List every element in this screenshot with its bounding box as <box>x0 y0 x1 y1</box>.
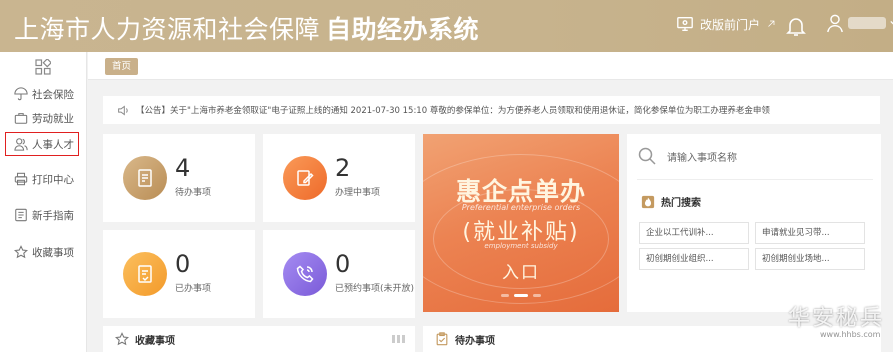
app-title: 上海市人力资源和社会保障 自助经办系统 <box>14 10 479 46</box>
hot-search-item[interactable]: 初创期创业组织... <box>639 248 749 270</box>
sidebar-item-label: 人事人才 <box>32 138 74 151</box>
carousel-dots <box>423 294 619 297</box>
banner-entry-button[interactable]: 入口 <box>423 258 619 283</box>
stat-count: 4 <box>175 154 191 182</box>
external-link-icon <box>768 20 775 27</box>
stat-card-completed[interactable]: 0 已办事项 <box>103 230 255 318</box>
search-input[interactable]: 请输入事项名称 <box>637 146 737 166</box>
banner-title-en: Preferential enterprise orders <box>461 203 581 212</box>
sidebar-item-social-insurance[interactable]: 社会保险 <box>0 83 87 105</box>
search-placeholder: 请输入事项名称 <box>667 152 737 164</box>
pending-doc-icon <box>123 156 167 200</box>
announcement-text: 【公告】关于"上海市养老金领取证"电子证照上线的通知 2021-07-30 15… <box>136 106 770 116</box>
search-icon <box>638 147 656 165</box>
sidebar-item-beginner-guide[interactable]: 新手指南 <box>0 204 87 226</box>
stat-card-pending[interactable]: 4 待办事项 <box>103 134 255 222</box>
promo-banner[interactable]: 惠企点单办 Preferential enterprise orders (就业… <box>423 134 619 312</box>
divider <box>637 179 873 180</box>
favorites-title: 收藏事项 <box>135 335 175 347</box>
completed-doc-icon <box>123 252 167 296</box>
app-title-prefix: 上海市人力资源和社会保障 <box>14 15 321 44</box>
sidebar-item-label: 收藏事项 <box>32 246 74 259</box>
stat-card-in-progress[interactable]: 2 办理中事项 <box>263 134 415 222</box>
sidebar-item-print-center[interactable]: 打印中心 <box>0 168 87 190</box>
umbrella-icon <box>14 87 28 101</box>
hot-search-label: 热门搜索 <box>661 198 701 209</box>
fire-icon <box>641 195 655 208</box>
stat-label: 办理中事项 <box>335 188 381 198</box>
app-title-bold: 自助经办系统 <box>326 15 480 44</box>
grid-menu-icon[interactable] <box>35 59 51 75</box>
phone-icon <box>283 252 327 296</box>
hot-search-item[interactable]: 申请就业见习带... <box>755 222 865 244</box>
star-icon <box>14 245 28 259</box>
sidebar-item-personnel[interactable]: 人事人才 <box>5 132 79 156</box>
hot-search-item[interactable]: 企业以工代训补... <box>639 222 749 244</box>
sidebar-item-favorites[interactable]: 收藏事项 <box>0 241 87 263</box>
sidebar-item-label: 打印中心 <box>32 173 74 186</box>
more-icon[interactable] <box>392 335 405 343</box>
old-portal-label: 改版前门户 <box>700 17 761 32</box>
hot-search-item[interactable]: 初创期创业场地... <box>755 248 865 270</box>
tabs-bar: 首页 <box>88 52 893 80</box>
old-portal-link[interactable]: 改版前门户 <box>676 15 776 33</box>
hot-search-heading: 热门搜索 <box>641 194 701 209</box>
stat-count: 2 <box>335 154 351 182</box>
announcement-bar[interactable]: 【公告】关于"上海市养老金领取证"电子证照上线的通知 2021-07-30 15… <box>103 96 880 124</box>
people-icon <box>14 138 28 151</box>
star-icon <box>115 332 129 346</box>
stat-card-reserved[interactable]: 0 已预约事项(未开放) <box>263 230 415 318</box>
todo-title: 待办事项 <box>455 335 495 347</box>
sidebar-item-label: 新手指南 <box>32 209 74 222</box>
sidebar-item-employment[interactable]: 劳动就业 <box>0 107 87 129</box>
stat-count: 0 <box>335 250 351 278</box>
user-menu[interactable] <box>826 13 893 33</box>
sidebar-item-label: 劳动就业 <box>32 112 74 125</box>
clipboard-icon <box>436 332 448 346</box>
user-icon <box>827 14 843 33</box>
stat-label: 已预约事项(未开放) <box>335 284 415 294</box>
stat-label: 待办事项 <box>175 188 212 198</box>
favorites-panel: 收藏事项 <box>103 326 415 352</box>
stat-label: 已办事项 <box>175 284 212 294</box>
carousel-dot[interactable] <box>501 294 509 297</box>
watermark: 华安秘兵 <box>788 306 885 331</box>
speaker-icon <box>118 104 128 116</box>
carousel-dot[interactable] <box>533 294 541 297</box>
sidebar-item-label: 社会保险 <box>32 88 74 101</box>
stat-count: 0 <box>175 250 191 278</box>
user-name-blurred <box>848 17 886 29</box>
search-panel: 请输入事项名称 热门搜索 企业以工代训补... 申请就业见习带... 初创期创业… <box>627 134 881 312</box>
briefcase-icon <box>14 113 28 124</box>
carousel-dot-active[interactable] <box>514 294 528 297</box>
banner-subtitle-en: employment subsidy <box>484 242 558 250</box>
app-header: 上海市人力资源和社会保障 自助经办系统 改版前门户 <box>0 0 893 52</box>
printer-icon <box>14 172 28 186</box>
guide-icon <box>15 208 27 222</box>
tab-home[interactable]: 首页 <box>105 58 139 75</box>
watermark-url: www.hhbs.com <box>820 330 881 339</box>
sidebar: 社会保险 劳动就业 人事人才 打印中心 新手指南 收藏事项 <box>0 52 87 352</box>
in-progress-edit-icon <box>283 156 327 200</box>
bell-icon[interactable] <box>786 15 806 37</box>
monitor-icon <box>677 17 693 31</box>
